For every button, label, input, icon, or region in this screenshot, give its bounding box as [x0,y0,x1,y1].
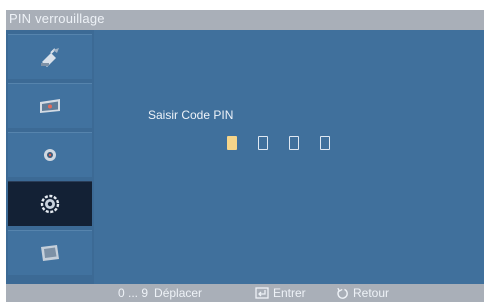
hint-return: Retour [336,286,389,300]
sidebar-menu [6,30,94,284]
input-icon [41,245,59,261]
picture-icon [40,99,60,113]
title-bar: PIN verrouillage [6,10,484,30]
footer-help-bar: 0 ... 9 Déplacer Entrer Retour [6,284,484,302]
enter-icon [255,287,269,299]
sidebar-item-setup[interactable] [8,181,92,226]
sidebar-item-picture[interactable] [8,83,92,128]
satellite-icon [41,48,59,67]
pin-digit-box[interactable] [289,136,299,150]
window-title: PIN verrouillage [9,11,105,26]
pin-digit-box[interactable] [258,136,268,150]
sidebar-item-input[interactable] [8,230,92,275]
pin-lock-osd: PIN verrouillage Saisir Code PIN 0 ... 9… [6,10,484,302]
pin-digit-box[interactable] [320,136,330,150]
hint-enter: Entrer [255,286,306,300]
number-keys-hint: 0 ... 9 [118,286,149,300]
pin-code-label: Saisir Code PIN [148,108,234,122]
settings-gear-icon [40,194,60,214]
sidebar-item-sound[interactable] [8,132,92,177]
sound-icon [44,149,56,161]
enter-label: Entrer [273,286,306,300]
pin-entry-field[interactable] [227,136,347,152]
move-label: Déplacer [154,286,203,300]
return-label: Retour [353,286,390,300]
return-icon [337,287,348,299]
sidebar-item-channel[interactable] [8,34,92,79]
hint-move: 0 ... 9 Déplacer [118,286,202,300]
pin-digit-box[interactable] [227,136,237,150]
